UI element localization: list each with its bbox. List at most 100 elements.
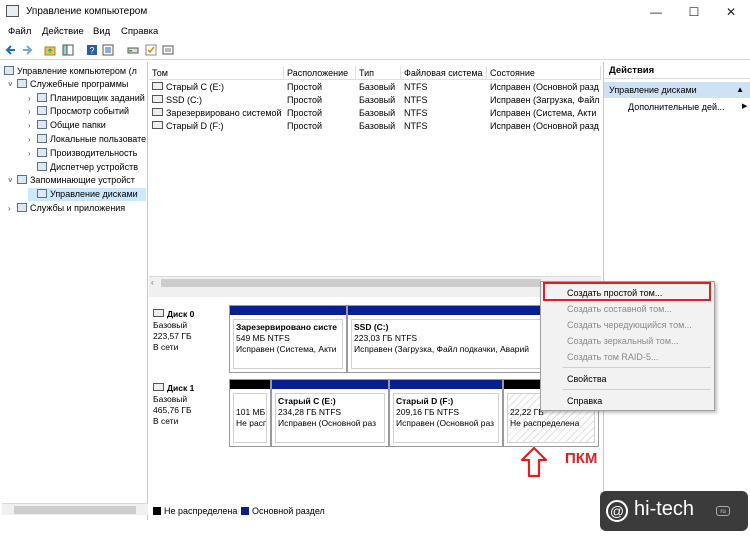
- table-row[interactable]: SSD (C:) Простой Базовый NTFS Исправен (…: [149, 94, 601, 107]
- tree-item-storage[interactable]: ˅ Запоминающие устройст: [8, 174, 135, 187]
- ru-badge-icon: ru: [716, 506, 730, 516]
- chevron-right-icon[interactable]: ›: [8, 202, 17, 215]
- actions-more[interactable]: Дополнительные дей... ▶: [628, 102, 747, 112]
- disk-icon[interactable]: [127, 44, 139, 56]
- toolbar: ?: [0, 41, 750, 60]
- annotation-label: ПКМ: [565, 450, 598, 467]
- watermark-text: hi-tech: [634, 498, 695, 520]
- column-header-layout[interactable]: Расположение: [284, 66, 356, 80]
- table-row[interactable]: Старый D (F:) Простой Базовый NTFS Испра…: [149, 120, 601, 133]
- tree-item-task-scheduler[interactable]: › Планировщик заданий: [28, 92, 145, 105]
- primary-partition-bar: [390, 380, 502, 389]
- volume-icon: [152, 95, 163, 103]
- scrollbar-thumb[interactable]: [14, 506, 136, 514]
- tree-item-local-users[interactable]: › Локальные пользовате: [28, 133, 146, 146]
- tree-item-services-apps[interactable]: › Службы и приложения: [8, 202, 125, 215]
- scroll-left-icon[interactable]: ‹: [151, 278, 154, 287]
- column-header-volume[interactable]: Том: [149, 66, 284, 80]
- title-bar: Управление компьютером — ☐ ✕: [0, 0, 750, 24]
- list-view-icon[interactable]: [162, 44, 174, 56]
- primary-partition-bar: [272, 380, 388, 389]
- up-arrow-icon: [520, 446, 548, 478]
- tree-item-shared-folders[interactable]: › Общие папки: [28, 119, 106, 132]
- tree-item-device-manager[interactable]: Диспетчер устройств: [28, 161, 138, 174]
- tree-item-performance[interactable]: › Производительность: [28, 147, 137, 160]
- close-button[interactable]: ✕: [713, 0, 749, 24]
- partition-old-d[interactable]: Старый D (F:) 209,16 ГБ NTFS Исправен (О…: [389, 379, 503, 447]
- table-row[interactable]: Зарезервировано системой Простой Базовый…: [149, 107, 601, 120]
- tree-item-event-viewer[interactable]: › Просмотр событий: [28, 105, 129, 118]
- collapse-arrow-icon[interactable]: ▲: [736, 82, 744, 98]
- volume-horizontal-scrollbar[interactable]: ‹: [149, 276, 601, 288]
- chevron-right-icon[interactable]: ›: [28, 147, 37, 160]
- check-icon[interactable]: [145, 44, 157, 56]
- pane-splitter[interactable]: [149, 288, 601, 297]
- partition-unallocated-small[interactable]: 101 МБ Не расп: [229, 379, 271, 447]
- menu-item-new-raid5-volume[interactable]: Создать том RAID-5...: [567, 352, 658, 362]
- forward-arrow-icon[interactable]: [21, 44, 33, 56]
- disk-icon: [153, 309, 164, 317]
- help-icon[interactable]: ?: [86, 44, 98, 56]
- chevron-down-icon[interactable]: ˅: [8, 78, 17, 91]
- storage-icon: [17, 175, 27, 184]
- clock-icon: [37, 93, 47, 102]
- watermark: @ hi-tech ru: [600, 491, 748, 531]
- partition-old-c[interactable]: Старый C (E:) 234,28 ГБ NTFS Исправен (О…: [271, 379, 389, 447]
- computer-management-icon: [6, 5, 19, 17]
- column-header-status[interactable]: Состояние: [487, 66, 601, 80]
- volume-icon: [152, 108, 163, 116]
- users-icon: [37, 134, 47, 143]
- chevron-down-icon[interactable]: ˅: [8, 174, 17, 187]
- show-tree-icon[interactable]: [62, 44, 74, 56]
- menu-item-new-spanned-volume[interactable]: Создать составной том...: [567, 304, 672, 314]
- menu-item-new-mirrored-volume[interactable]: Создать зеркальный том...: [567, 336, 679, 346]
- chevron-right-icon[interactable]: ›: [28, 105, 37, 118]
- shared-folder-icon: [37, 120, 47, 129]
- menu-separator: [563, 389, 711, 390]
- actions-header: Действия: [604, 62, 750, 79]
- menu-item-help[interactable]: Справка: [567, 396, 602, 406]
- menu-help[interactable]: Справка: [121, 26, 158, 37]
- actions-section-disk-management[interactable]: Управление дисками ▲: [604, 82, 750, 98]
- at-icon: @: [606, 500, 628, 522]
- maximize-button[interactable]: ☐: [676, 0, 712, 24]
- scrollbar-thumb[interactable]: [161, 279, 541, 287]
- menu-action[interactable]: Действие: [42, 26, 84, 37]
- disk-info[interactable]: Диск 0 Базовый 223,57 ГБ В сети: [153, 309, 225, 353]
- unallocated-swatch: [153, 507, 161, 515]
- chevron-right-icon[interactable]: ›: [28, 133, 37, 146]
- column-header-type[interactable]: Тип: [356, 66, 401, 80]
- window-title: Управление компьютером: [26, 6, 148, 17]
- tree-root[interactable]: Управление компьютером (л: [4, 65, 137, 78]
- device-manager-icon: [37, 162, 47, 171]
- legend: Не распределена Основной раздел: [149, 502, 601, 518]
- tree-item-system-tools[interactable]: ˅ Служебные программы: [8, 78, 128, 91]
- back-arrow-icon[interactable]: [5, 44, 17, 56]
- disk-management-icon: [37, 189, 47, 198]
- partition-reserved[interactable]: Зарезервировано систе 549 МБ NTFS Исправ…: [229, 305, 347, 373]
- chevron-right-icon[interactable]: ›: [28, 119, 37, 132]
- column-header-filesystem[interactable]: Файловая система: [401, 66, 487, 80]
- menu-view[interactable]: Вид: [93, 26, 110, 37]
- chevron-right-icon[interactable]: ›: [28, 92, 37, 105]
- console-tree: Управление компьютером (л ˅ Служебные про…: [2, 62, 148, 520]
- computer-management-icon: [4, 66, 14, 75]
- primary-swatch: [241, 507, 249, 515]
- highlight-box: [543, 282, 711, 301]
- event-log-icon: [37, 106, 47, 115]
- tree-horizontal-scrollbar[interactable]: [2, 503, 148, 515]
- primary-partition-bar: [230, 306, 346, 315]
- volume-icon: [152, 121, 163, 129]
- unallocated-bar: [230, 380, 270, 389]
- disk-row-1: Диск 1 Базовый 465,76 ГБ В сети 101 МБ Н…: [149, 377, 601, 449]
- menu-item-new-striped-volume[interactable]: Создать чередующийся том...: [567, 320, 692, 330]
- services-icon: [17, 203, 27, 212]
- menu-file[interactable]: Файл: [8, 26, 31, 37]
- tree-item-disk-management[interactable]: Управление дисками: [28, 188, 146, 201]
- folder-up-icon[interactable]: [44, 44, 56, 56]
- properties-icon[interactable]: [102, 44, 114, 56]
- menu-item-properties[interactable]: Свойства: [567, 374, 607, 384]
- table-row[interactable]: Старый C (E:) Простой Базовый NTFS Испра…: [149, 81, 601, 94]
- minimize-button[interactable]: —: [638, 0, 674, 24]
- disk-info[interactable]: Диск 1 Базовый 465,76 ГБ В сети: [153, 383, 225, 427]
